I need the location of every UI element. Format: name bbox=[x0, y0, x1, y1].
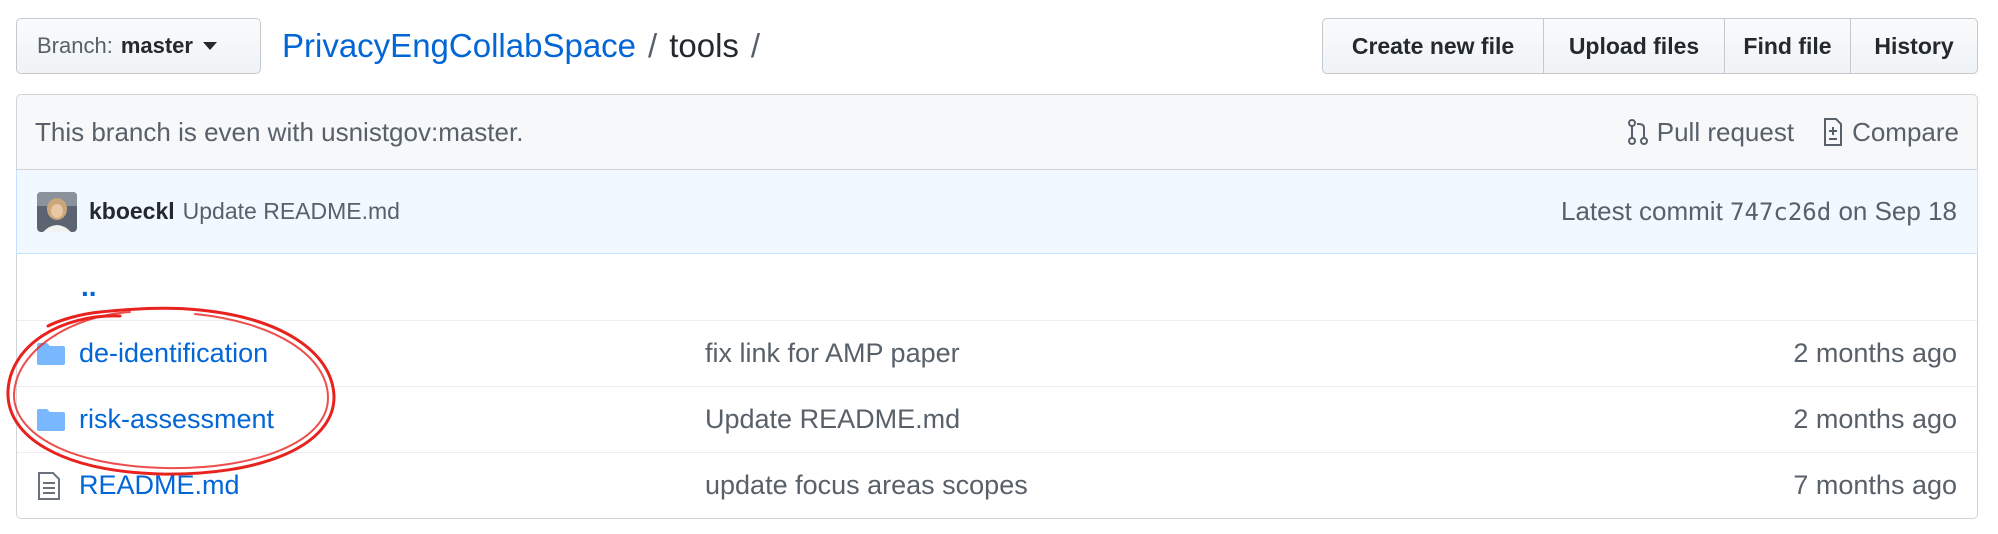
branch-selector-button[interactable]: Branch: master bbox=[16, 18, 261, 74]
table-row: README.md update focus areas scopes 7 mo… bbox=[17, 452, 1977, 518]
file-name-link[interactable]: risk-assessment bbox=[79, 404, 705, 435]
branch-status-bar: This branch is even with usnistgov:maste… bbox=[16, 94, 1978, 170]
commit-date: on Sep 18 bbox=[1838, 196, 1957, 226]
branch-status-message: This branch is even with usnistgov:maste… bbox=[35, 116, 524, 147]
file-commit-message[interactable]: Update README.md bbox=[705, 404, 1793, 435]
pull-request-link[interactable]: Pull request bbox=[1627, 117, 1794, 148]
history-button[interactable]: History bbox=[1850, 18, 1978, 74]
folder-icon bbox=[37, 408, 67, 431]
file-commit-message[interactable]: update focus areas scopes bbox=[705, 470, 1793, 501]
latest-commit-bar: kboeckl Update README.md Latest commit 7… bbox=[16, 170, 1978, 254]
commit-author[interactable]: kboeckl bbox=[89, 198, 175, 225]
branch-name: master bbox=[120, 33, 193, 58]
avatar[interactable] bbox=[37, 191, 77, 232]
upload-files-button[interactable]: Upload files bbox=[1543, 18, 1725, 74]
latest-commit-label: Latest commit bbox=[1560, 196, 1723, 226]
create-new-file-button[interactable]: Create new file bbox=[1322, 18, 1544, 74]
compare-link[interactable]: Compare bbox=[1820, 117, 1959, 148]
breadcrumb-repo-link[interactable]: PrivacyEngCollabSpace bbox=[282, 27, 636, 65]
find-file-button[interactable]: Find file bbox=[1724, 18, 1851, 74]
caret-down-icon bbox=[202, 42, 217, 50]
breadcrumb-separator: / bbox=[648, 27, 658, 64]
file-age: 2 months ago bbox=[1793, 338, 1957, 368]
compare-icon bbox=[1824, 118, 1843, 146]
file-commit-message[interactable]: fix link for AMP paper bbox=[705, 338, 1793, 369]
file-text-icon bbox=[37, 471, 67, 501]
commit-message[interactable]: Update README.md bbox=[183, 198, 1561, 225]
latest-commit-info: Latest commit 747c26d on Sep 18 bbox=[1561, 196, 1957, 227]
folder-icon bbox=[37, 342, 67, 365]
repo-toolbar: Branch: master PrivacyEngCollabSpace / t… bbox=[16, 18, 1978, 74]
compare-label: Compare bbox=[1852, 116, 1959, 147]
parent-directory-row[interactable]: .. bbox=[17, 254, 1977, 320]
parent-directory-link[interactable]: .. bbox=[81, 271, 97, 303]
file-name-link[interactable]: README.md bbox=[79, 470, 705, 501]
commit-sha-link[interactable]: 747c26d bbox=[1730, 198, 1831, 226]
file-name-link[interactable]: de-identification bbox=[79, 338, 705, 369]
table-row: de-identification fix link for AMP paper… bbox=[17, 320, 1977, 386]
file-age: 7 months ago bbox=[1793, 470, 1957, 500]
table-row: risk-assessment Update README.md 2 month… bbox=[17, 386, 1977, 452]
pull-request-label: Pull request bbox=[1656, 116, 1795, 147]
breadcrumb: PrivacyEngCollabSpace / tools / bbox=[282, 24, 760, 68]
file-list: .. de-identification fix link for AMP pa… bbox=[16, 254, 1978, 519]
branch-label: Branch: bbox=[37, 33, 113, 58]
file-age: 2 months ago bbox=[1793, 404, 1957, 434]
breadcrumb-separator: / bbox=[750, 27, 761, 64]
breadcrumb-current-folder: tools bbox=[669, 27, 739, 64]
pull-request-icon bbox=[1627, 119, 1648, 145]
file-actions-group: Create new file Upload files Find file H… bbox=[1322, 18, 1978, 74]
